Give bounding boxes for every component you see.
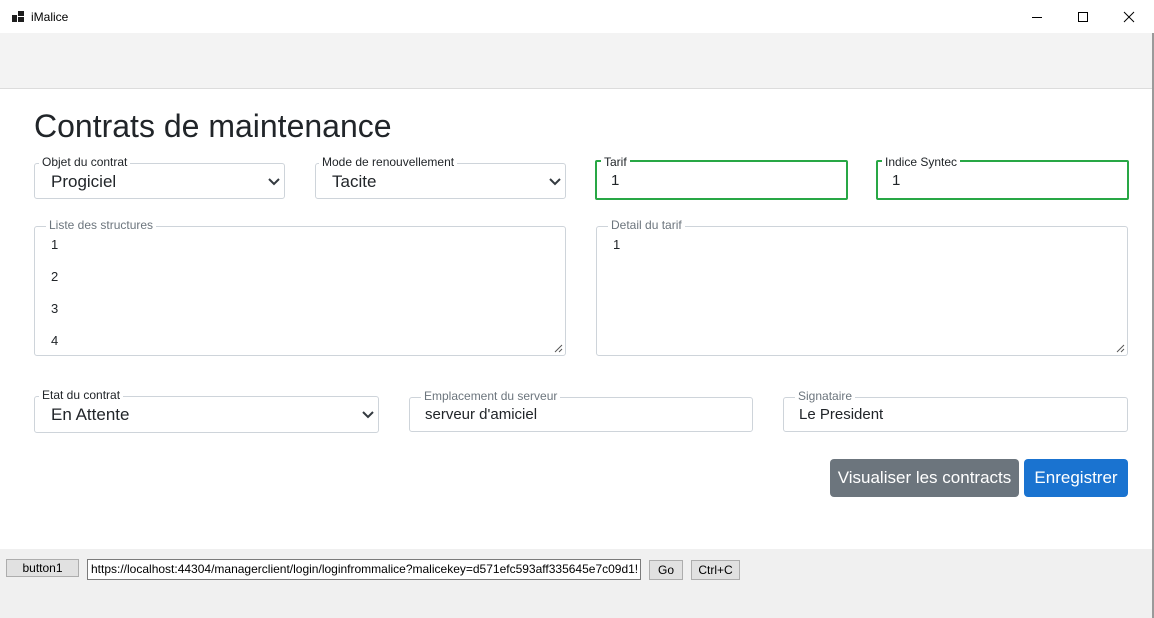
detail-tarif-textarea[interactable]: 1 (596, 226, 1128, 356)
structures-line: 3 (51, 301, 59, 316)
detail-tarif-line: 1 (613, 237, 621, 252)
objet-select-value: Progiciel (51, 172, 117, 191)
tarif-input[interactable]: 1 (595, 160, 848, 200)
page-title: Contrats de maintenance (34, 108, 392, 144)
mode-select-value: Tacite (332, 172, 377, 191)
etat-label: Etat du contrat (39, 389, 124, 402)
window-title: iMalice (31, 10, 69, 24)
minimize-button[interactable] (1014, 0, 1060, 33)
close-icon (1123, 11, 1135, 22)
copy-button[interactable]: Ctrl+C (691, 560, 740, 580)
objet-label: Objet du contrat (39, 156, 131, 169)
window-titlebar: iMalice (0, 0, 1154, 33)
emplacement-value: serveur d'amiciel (425, 406, 538, 423)
enregistrer-button[interactable]: Enregistrer (1024, 459, 1128, 497)
maximize-icon (1078, 11, 1088, 22)
etat-select-value: En Attente (51, 405, 130, 424)
structures-line: 2 (51, 269, 59, 284)
indice-value: 1 (892, 172, 901, 189)
minimize-icon (1032, 16, 1042, 18)
structures-label: Liste des structures (46, 219, 157, 232)
structures-line: 1 (51, 237, 59, 252)
visualiser-contracts-button[interactable]: Visualiser les contracts (830, 459, 1019, 497)
indice-label: Indice Syntec (882, 156, 961, 169)
signataire-label: Signataire (795, 390, 856, 403)
resize-grip-icon[interactable] (553, 343, 563, 353)
chevron-down-icon (362, 411, 374, 419)
detail-tarif-label: Detail du tarif (608, 219, 685, 232)
maximize-button[interactable] (1060, 0, 1106, 33)
app-icon (12, 11, 24, 22)
tarif-label: Tarif (601, 156, 630, 169)
go-button[interactable]: Go (649, 560, 683, 580)
resize-grip-icon[interactable] (1115, 343, 1125, 353)
structures-line: 4 (51, 333, 59, 348)
emplacement-label: Emplacement du serveur (421, 390, 561, 403)
structures-textarea[interactable]: 1 2 3 4 (34, 226, 566, 356)
button1[interactable]: button1 (6, 559, 79, 577)
close-button[interactable] (1106, 0, 1152, 33)
mode-label: Mode de renouvellement (319, 156, 458, 169)
tarif-value: 1 (611, 172, 620, 189)
chevron-down-icon (549, 178, 561, 186)
signataire-value: Le President (799, 406, 884, 423)
chevron-down-icon (268, 178, 280, 186)
url-textbox[interactable]: https://localhost:44304/managerclient/lo… (87, 559, 641, 580)
navigation-strip (0, 33, 1154, 89)
